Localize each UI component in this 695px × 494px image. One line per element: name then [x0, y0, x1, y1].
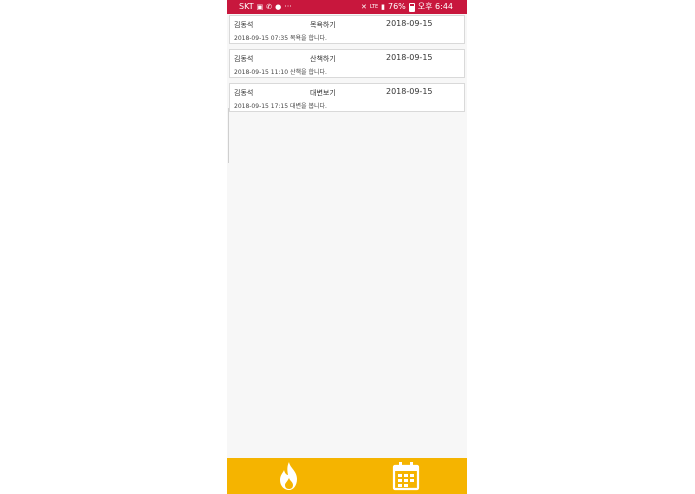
record-activity: 산책하기	[310, 55, 336, 63]
tab-calendar[interactable]	[391, 461, 421, 491]
mute-icon: ✕	[360, 3, 367, 11]
status-bar: SKT ▣ ✆ ● ··· ✕ LTE ▮ 76% 오후 6:44	[227, 0, 467, 14]
network-label: LTE	[369, 4, 379, 10]
signal-icon: ▮	[381, 3, 385, 11]
record-activity: 대변보기	[310, 89, 336, 97]
calendar-icon	[392, 462, 420, 491]
record-description: 2018-09-15 07:35 목욕을 합니다.	[234, 35, 327, 42]
list-item[interactable]: 김동석 대변보기 2018-09-15 2018-09-15 17:15 대변을…	[229, 83, 465, 112]
app-screen: SKT ▣ ✆ ● ··· ✕ LTE ▮ 76% 오후 6:44 김동석 목욕…	[227, 0, 467, 494]
list-item[interactable]: 김동석 목욕하기 2018-09-15 2018-09-15 07:35 목욕을…	[229, 15, 465, 44]
record-list: 김동석 목욕하기 2018-09-15 2018-09-15 07:35 목욕을…	[229, 15, 465, 117]
record-date: 2018-09-15	[386, 53, 433, 62]
status-left: SKT ▣ ✆ ● ···	[239, 0, 292, 14]
bottom-tab-bar	[227, 458, 467, 494]
record-name: 김동석	[234, 21, 254, 29]
scroll-edge	[228, 108, 229, 163]
record-date: 2018-09-15	[386, 19, 433, 28]
record-description: 2018-09-15 17:15 대변을 봅니다.	[234, 103, 327, 110]
status-right: ✕ LTE ▮ 76% 오후 6:44	[361, 0, 453, 14]
carrier-label: SKT	[239, 2, 254, 11]
tab-fire[interactable]	[274, 461, 304, 491]
record-description: 2018-09-15 11:10 산책을 합니다.	[234, 69, 327, 76]
battery-percent: 76%	[387, 2, 406, 11]
record-name: 김동석	[234, 55, 254, 63]
chat-icon: ●	[275, 3, 282, 11]
more-dots: ···	[284, 2, 292, 11]
image-icon: ▣	[256, 3, 264, 11]
battery-icon	[408, 2, 415, 12]
list-item[interactable]: 김동석 산책하기 2018-09-15 2018-09-15 11:10 산책을…	[229, 49, 465, 78]
fire-icon	[280, 462, 297, 490]
phone-icon: ✆	[266, 3, 273, 11]
record-activity: 목욕하기	[310, 21, 336, 29]
record-name: 김동석	[234, 89, 254, 97]
clock: 오후 6:44	[417, 2, 453, 11]
record-date: 2018-09-15	[386, 87, 433, 96]
